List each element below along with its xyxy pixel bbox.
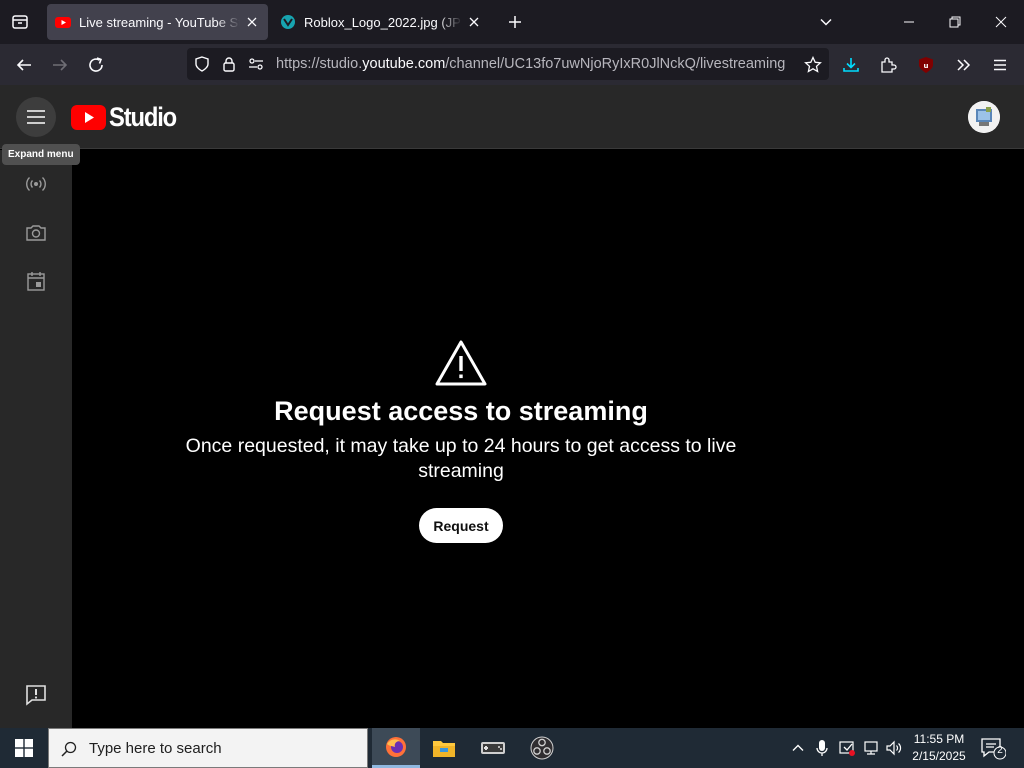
studio-header: Studio [0, 85, 1024, 149]
downloads-icon[interactable] [836, 50, 866, 80]
taskbar-search-box[interactable]: Type here to search [48, 728, 368, 768]
volume-icon[interactable] [885, 739, 903, 757]
minimize-icon[interactable] [886, 0, 932, 44]
notification-center-icon[interactable]: 2 [980, 736, 1007, 760]
network-icon[interactable] [862, 739, 880, 757]
url-path: /channel/UC13fo7uwNjoRyIxR0JlNckQ/livest… [445, 56, 786, 72]
controller-app-icon[interactable] [469, 728, 517, 768]
search-placeholder: Type here to search [89, 740, 222, 757]
chevron-up-icon[interactable] [789, 739, 807, 757]
youtube-favicon-icon [55, 14, 71, 30]
file-explorer-icon[interactable] [420, 728, 468, 768]
search-icon [61, 741, 77, 757]
clock-date: 2/15/2025 [912, 749, 966, 763]
live-broadcast-icon[interactable] [24, 172, 48, 196]
youtube-logo-icon [71, 104, 106, 130]
close-tab-icon[interactable] [466, 14, 482, 30]
tab-title: Roblox_Logo_2022.jpg (JPEG Image [304, 14, 462, 30]
main-content: Request access to streaming Once request… [72, 150, 1024, 728]
expand-menu-button[interactable] [16, 97, 56, 137]
page-heading: Request access to streaming [274, 396, 648, 426]
tab-title: Live streaming - YouTube Studio [79, 14, 240, 30]
hamburger-menu-icon[interactable] [985, 50, 1015, 80]
extensions-icon[interactable] [873, 50, 903, 80]
ublock-origin-icon[interactable]: u [911, 50, 941, 80]
new-tab-icon[interactable] [501, 8, 529, 36]
account-avatar[interactable] [968, 101, 1000, 133]
notification-count: 2 [997, 745, 1003, 756]
forward-arrow-icon[interactable] [45, 50, 75, 80]
image-favicon-icon [280, 14, 296, 30]
warning-icon [434, 339, 488, 387]
url-prefix: https://studio. [276, 56, 363, 72]
page-description: Once requested, it may take up to 24 hou… [185, 435, 737, 482]
request-button[interactable]: Request [419, 508, 503, 543]
permissions-icon[interactable] [248, 56, 264, 72]
close-window-icon[interactable] [978, 0, 1024, 44]
tab-roblox-logo[interactable]: Roblox_Logo_2022.jpg (JPEG Image [272, 4, 490, 40]
url-text: https://studio.youtube.com/channel/UC13f… [276, 56, 785, 72]
system-clock[interactable]: 11:55 PM 2/15/2025 [906, 731, 972, 765]
calendar-icon[interactable] [24, 269, 48, 293]
firefox-taskbar-icon[interactable] [372, 728, 420, 768]
restore-icon[interactable] [932, 0, 978, 44]
bookmark-star-icon[interactable] [798, 50, 828, 80]
shield-icon[interactable] [194, 56, 210, 72]
webcam-icon[interactable] [24, 221, 48, 245]
close-tab-icon[interactable] [244, 14, 260, 30]
svg-text:u: u [924, 62, 929, 70]
clock-time: 11:55 PM [913, 732, 965, 746]
expand-menu-tooltip: Expand menu [2, 144, 80, 165]
back-arrow-icon[interactable] [9, 50, 39, 80]
browser-navbar: https://studio.youtube.com/channel/UC13f… [0, 44, 1024, 105]
windows-taskbar: Type here to search 11:55 PM 2/15/2025 2 [0, 728, 1024, 768]
studio-logo-text: Studio [109, 101, 177, 132]
overflow-chevrons-icon[interactable] [948, 50, 978, 80]
tab-list-icon[interactable] [6, 8, 34, 36]
lock-icon[interactable] [221, 56, 237, 72]
address-bar[interactable]: https://studio.youtube.com/channel/UC13f… [187, 48, 829, 80]
feedback-icon[interactable] [24, 683, 48, 707]
chevron-down-icon[interactable] [812, 8, 840, 36]
browser-tab-strip: Live streaming - YouTube Studio Roblox_L… [0, 0, 1024, 44]
reload-icon[interactable] [81, 50, 111, 80]
hamburger-icon [27, 110, 45, 124]
microphone-icon[interactable] [813, 739, 831, 757]
url-host: youtube.com [362, 56, 446, 72]
obs-studio-icon[interactable] [518, 728, 566, 768]
studio-logo[interactable]: Studio [71, 101, 185, 132]
security-alert-icon[interactable] [838, 739, 856, 757]
windows-start-icon[interactable] [0, 728, 48, 768]
studio-side-rail [0, 150, 72, 728]
tab-youtube-studio[interactable]: Live streaming - YouTube Studio [47, 4, 268, 40]
